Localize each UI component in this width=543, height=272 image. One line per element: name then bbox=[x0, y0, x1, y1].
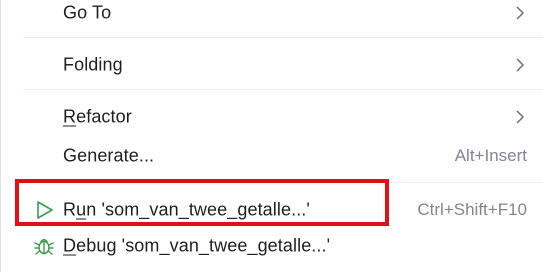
menu-item-debug[interactable]: Debug 'som_van_twee_getalle...' bbox=[15, 228, 535, 264]
menu-item-label: Go To bbox=[63, 2, 112, 23]
chevron-right-icon bbox=[516, 6, 525, 20]
menu-item-refactor[interactable]: Refactor bbox=[15, 99, 535, 135]
debug-icon bbox=[34, 239, 54, 255]
shortcut-text: Alt+Insert bbox=[454, 146, 527, 165]
mnemonic-letter: u bbox=[76, 199, 87, 220]
menu-separator bbox=[23, 182, 543, 183]
menu-item-label: Run 'som_van_twee_getalle...' bbox=[63, 200, 310, 221]
menu-item-run[interactable]: Run 'som_van_twee_getalle...' Ctrl+Shift… bbox=[15, 192, 535, 228]
menu-item-label: Folding bbox=[63, 54, 123, 75]
label-pre: R bbox=[63, 199, 77, 220]
menu-item-generate[interactable]: Generate... Alt+Insert bbox=[15, 138, 535, 174]
mnemonic-letter: R bbox=[63, 106, 77, 127]
label-rest: n 'som_van_twee_getalle...' bbox=[86, 199, 310, 220]
menu-separator bbox=[23, 89, 543, 90]
menu-separator bbox=[23, 37, 543, 38]
menu-item-go-to[interactable]: Go To bbox=[15, 0, 535, 31]
label-rest: ebug 'som_van_twee_getalle...' bbox=[76, 235, 331, 256]
label-rest: efactor bbox=[76, 106, 132, 127]
run-icon bbox=[37, 201, 53, 219]
menu-item-folding[interactable]: Folding bbox=[15, 47, 535, 83]
shortcut-text: Ctrl+Shift+F10 bbox=[417, 200, 527, 219]
context-menu: Go To Folding Refactor Generate... Alt+I… bbox=[0, 0, 543, 272]
menu-item-label: Debug 'som_van_twee_getalle...' bbox=[63, 236, 330, 257]
menu-item-label: Generate... bbox=[63, 145, 155, 166]
mnemonic-letter: D bbox=[63, 235, 77, 256]
menu-item-label: Refactor bbox=[63, 107, 132, 128]
chevron-right-icon bbox=[516, 58, 525, 72]
chevron-right-icon bbox=[516, 110, 525, 124]
